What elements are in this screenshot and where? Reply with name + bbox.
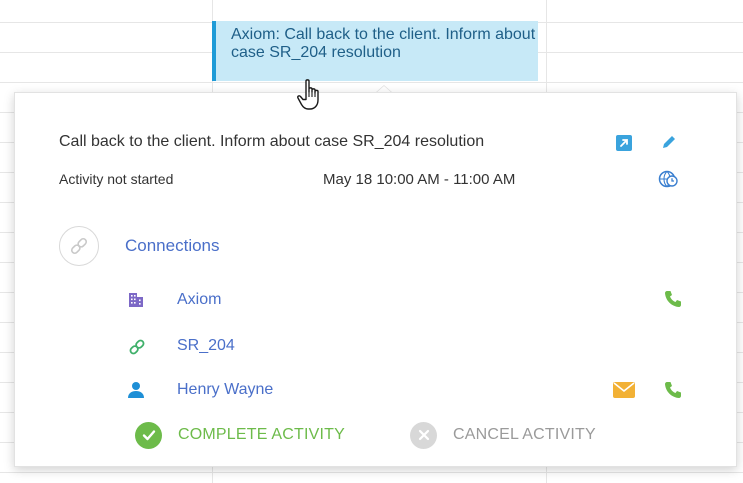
calendar-event-block[interactable]: Axiom: Call back to the client. Inform a… (212, 21, 538, 81)
building-icon (127, 291, 145, 309)
connections-title: Connections (125, 236, 220, 255)
cancel-activity-button[interactable]: CANCEL ACTIVITY (410, 421, 596, 449)
connection-label[interactable]: Henry Wayne (177, 381, 273, 399)
open-in-new-icon[interactable] (615, 134, 633, 152)
link-icon (127, 337, 145, 355)
phone-icon[interactable] (663, 289, 681, 307)
calendar-event-text: Axiom: Call back to the client. Inform a… (231, 26, 536, 61)
activity-popup: Call back to the client. Inform about ca… (14, 92, 737, 467)
connection-label[interactable]: SR_204 (177, 337, 235, 355)
person-icon (127, 381, 145, 399)
complete-activity-button[interactable]: COMPLETE ACTIVITY (135, 421, 345, 449)
close-icon (410, 421, 437, 449)
complete-activity-label: COMPLETE ACTIVITY (178, 426, 345, 443)
activity-title: Call back to the client. Inform about ca… (59, 133, 485, 150)
cancel-activity-label: CANCEL ACTIVITY (453, 426, 596, 443)
email-icon[interactable] (613, 382, 635, 400)
grid-line (0, 472, 743, 473)
phone-icon[interactable] (663, 380, 681, 398)
globe-clock-icon[interactable] (658, 169, 678, 188)
pencil-icon[interactable] (660, 133, 678, 151)
hand-cursor-icon (296, 78, 326, 112)
connection-label[interactable]: Axiom (177, 291, 221, 309)
activity-time-range: May 18 10:00 AM - 11:00 AM (323, 171, 516, 188)
activity-status: Activity not started (59, 171, 174, 187)
check-icon (135, 421, 162, 449)
grid-line (0, 82, 743, 83)
connections-link-icon (59, 226, 99, 266)
